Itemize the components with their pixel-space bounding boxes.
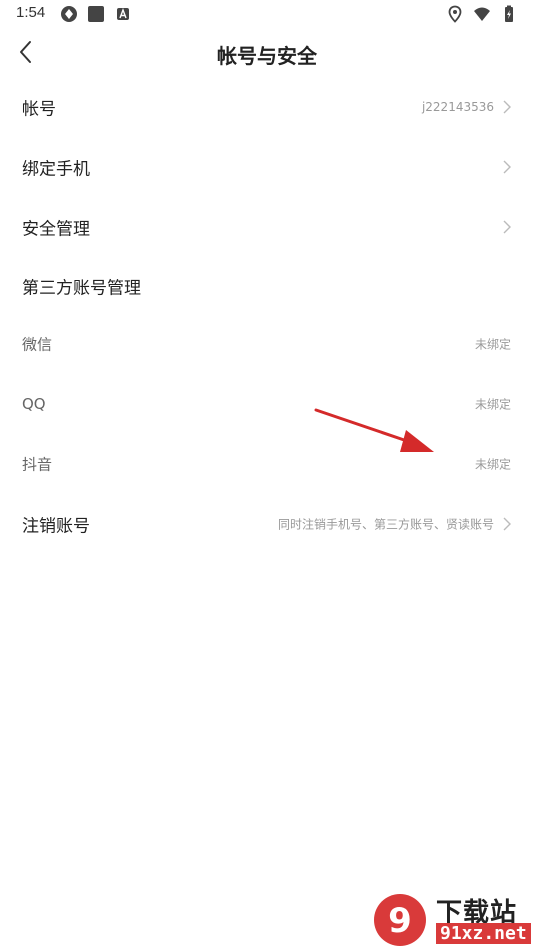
account-row[interactable]: 帐号 j222143536 [0, 77, 534, 137]
cancel-account-row[interactable]: 注销账号 同时注销手机号、第三方账号、贤读账号 [0, 494, 534, 554]
status-bar: 1:54 [0, 0, 534, 28]
chevron-right-icon [503, 517, 511, 531]
security-management-row[interactable]: 安全管理 [0, 197, 534, 257]
chevron-right-icon [503, 160, 511, 174]
wechat-label: 微信 [22, 335, 53, 354]
watermark-logo-icon: 9 [374, 894, 426, 946]
watermark-site: 91xz.net [436, 923, 531, 944]
status-left-icons [60, 5, 132, 23]
status-right-icons [446, 5, 518, 23]
watermark: 9 下载站 91xz.net [370, 890, 534, 950]
security-management-label: 安全管理 [22, 219, 90, 240]
status-time: 1:54 [16, 4, 46, 21]
qq-status: 未绑定 [474, 397, 511, 412]
wechat-row[interactable]: 微信 未绑定 [0, 314, 534, 374]
font-app-icon [117, 8, 129, 20]
page-title: 帐号与安全 [217, 44, 317, 68]
bind-phone-row[interactable]: 绑定手机 [0, 137, 534, 197]
location-icon [448, 5, 462, 23]
chevron-right-icon [503, 220, 511, 234]
wifi-icon [474, 7, 490, 21]
account-label: 帐号 [22, 99, 56, 120]
square-app-icon [88, 6, 104, 22]
douyin-label: 抖音 [22, 455, 53, 474]
gesture-icon [61, 6, 77, 22]
third-party-label: 第三方账号管理 [22, 278, 141, 299]
account-value: j222143536 [421, 100, 494, 114]
qq-label: QQ [22, 395, 46, 413]
chevron-right-icon [503, 100, 511, 114]
cancel-account-note: 同时注销手机号、第三方账号、贤读账号 [277, 517, 494, 532]
svg-text:9: 9 [388, 901, 412, 941]
battery-charging-icon [505, 5, 513, 22]
qq-row[interactable]: QQ 未绑定 [0, 374, 534, 434]
douyin-status: 未绑定 [474, 457, 511, 472]
bind-phone-label: 绑定手机 [22, 159, 90, 180]
third-party-section-header: 第三方账号管理 [0, 256, 534, 316]
annotation-arrow-icon [314, 408, 434, 452]
douyin-row[interactable]: 抖音 未绑定 [0, 434, 534, 494]
cancel-account-label: 注销账号 [22, 516, 90, 537]
navigation-bar: 帐号与安全 [0, 30, 534, 74]
wechat-status: 未绑定 [474, 337, 511, 352]
